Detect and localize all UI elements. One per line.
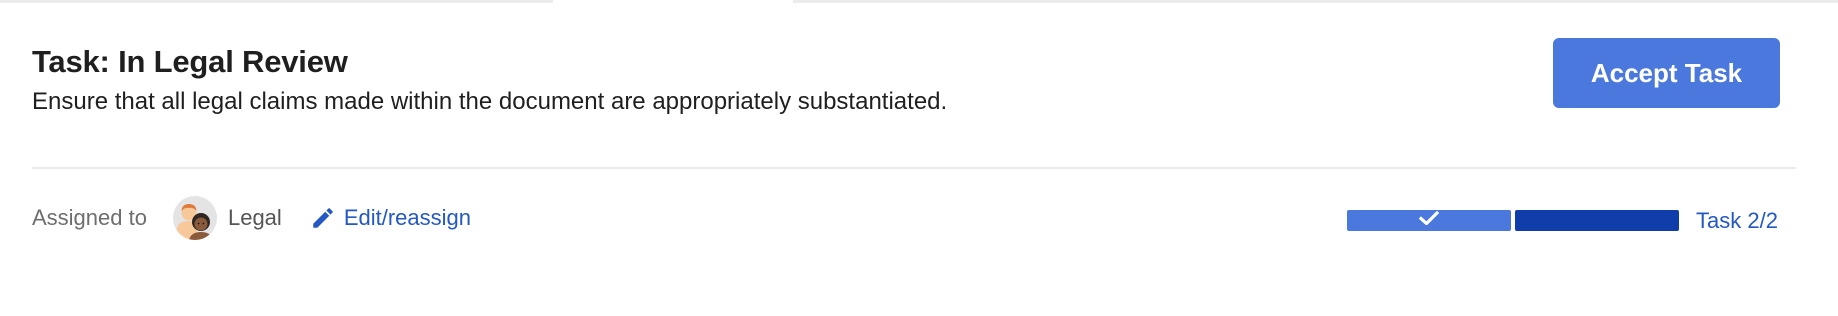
pencil-icon [310, 205, 336, 231]
check-icon [1418, 210, 1440, 230]
active-tab-indicator [553, 0, 793, 3]
assigned-to-label: Assigned to [32, 205, 147, 230]
section-divider [32, 167, 1796, 169]
task-panel: Task: In Legal Review Ensure that all le… [0, 0, 1838, 316]
progress-step-current[interactable] [1515, 210, 1679, 231]
task-progress-bar [1347, 210, 1679, 231]
top-divider [0, 0, 553, 3]
top-divider [793, 0, 1838, 3]
team-avatar-icon [172, 196, 217, 240]
edit-reassign-label: Edit/reassign [343, 205, 471, 230]
task-description: Ensure that all legal claims made within… [32, 88, 948, 115]
task-count: Task 2/2 [1696, 208, 1778, 233]
task-title: Task: In Legal Review [32, 44, 348, 79]
progress-step-completed[interactable] [1347, 210, 1511, 231]
assignment-row: Assigned to Legal Edit/reassign [32, 192, 471, 244]
assignee-name: Legal [227, 205, 282, 230]
edit-reassign-link[interactable]: Edit/reassign [310, 205, 471, 231]
accept-task-button[interactable]: Accept Task [1553, 38, 1780, 108]
